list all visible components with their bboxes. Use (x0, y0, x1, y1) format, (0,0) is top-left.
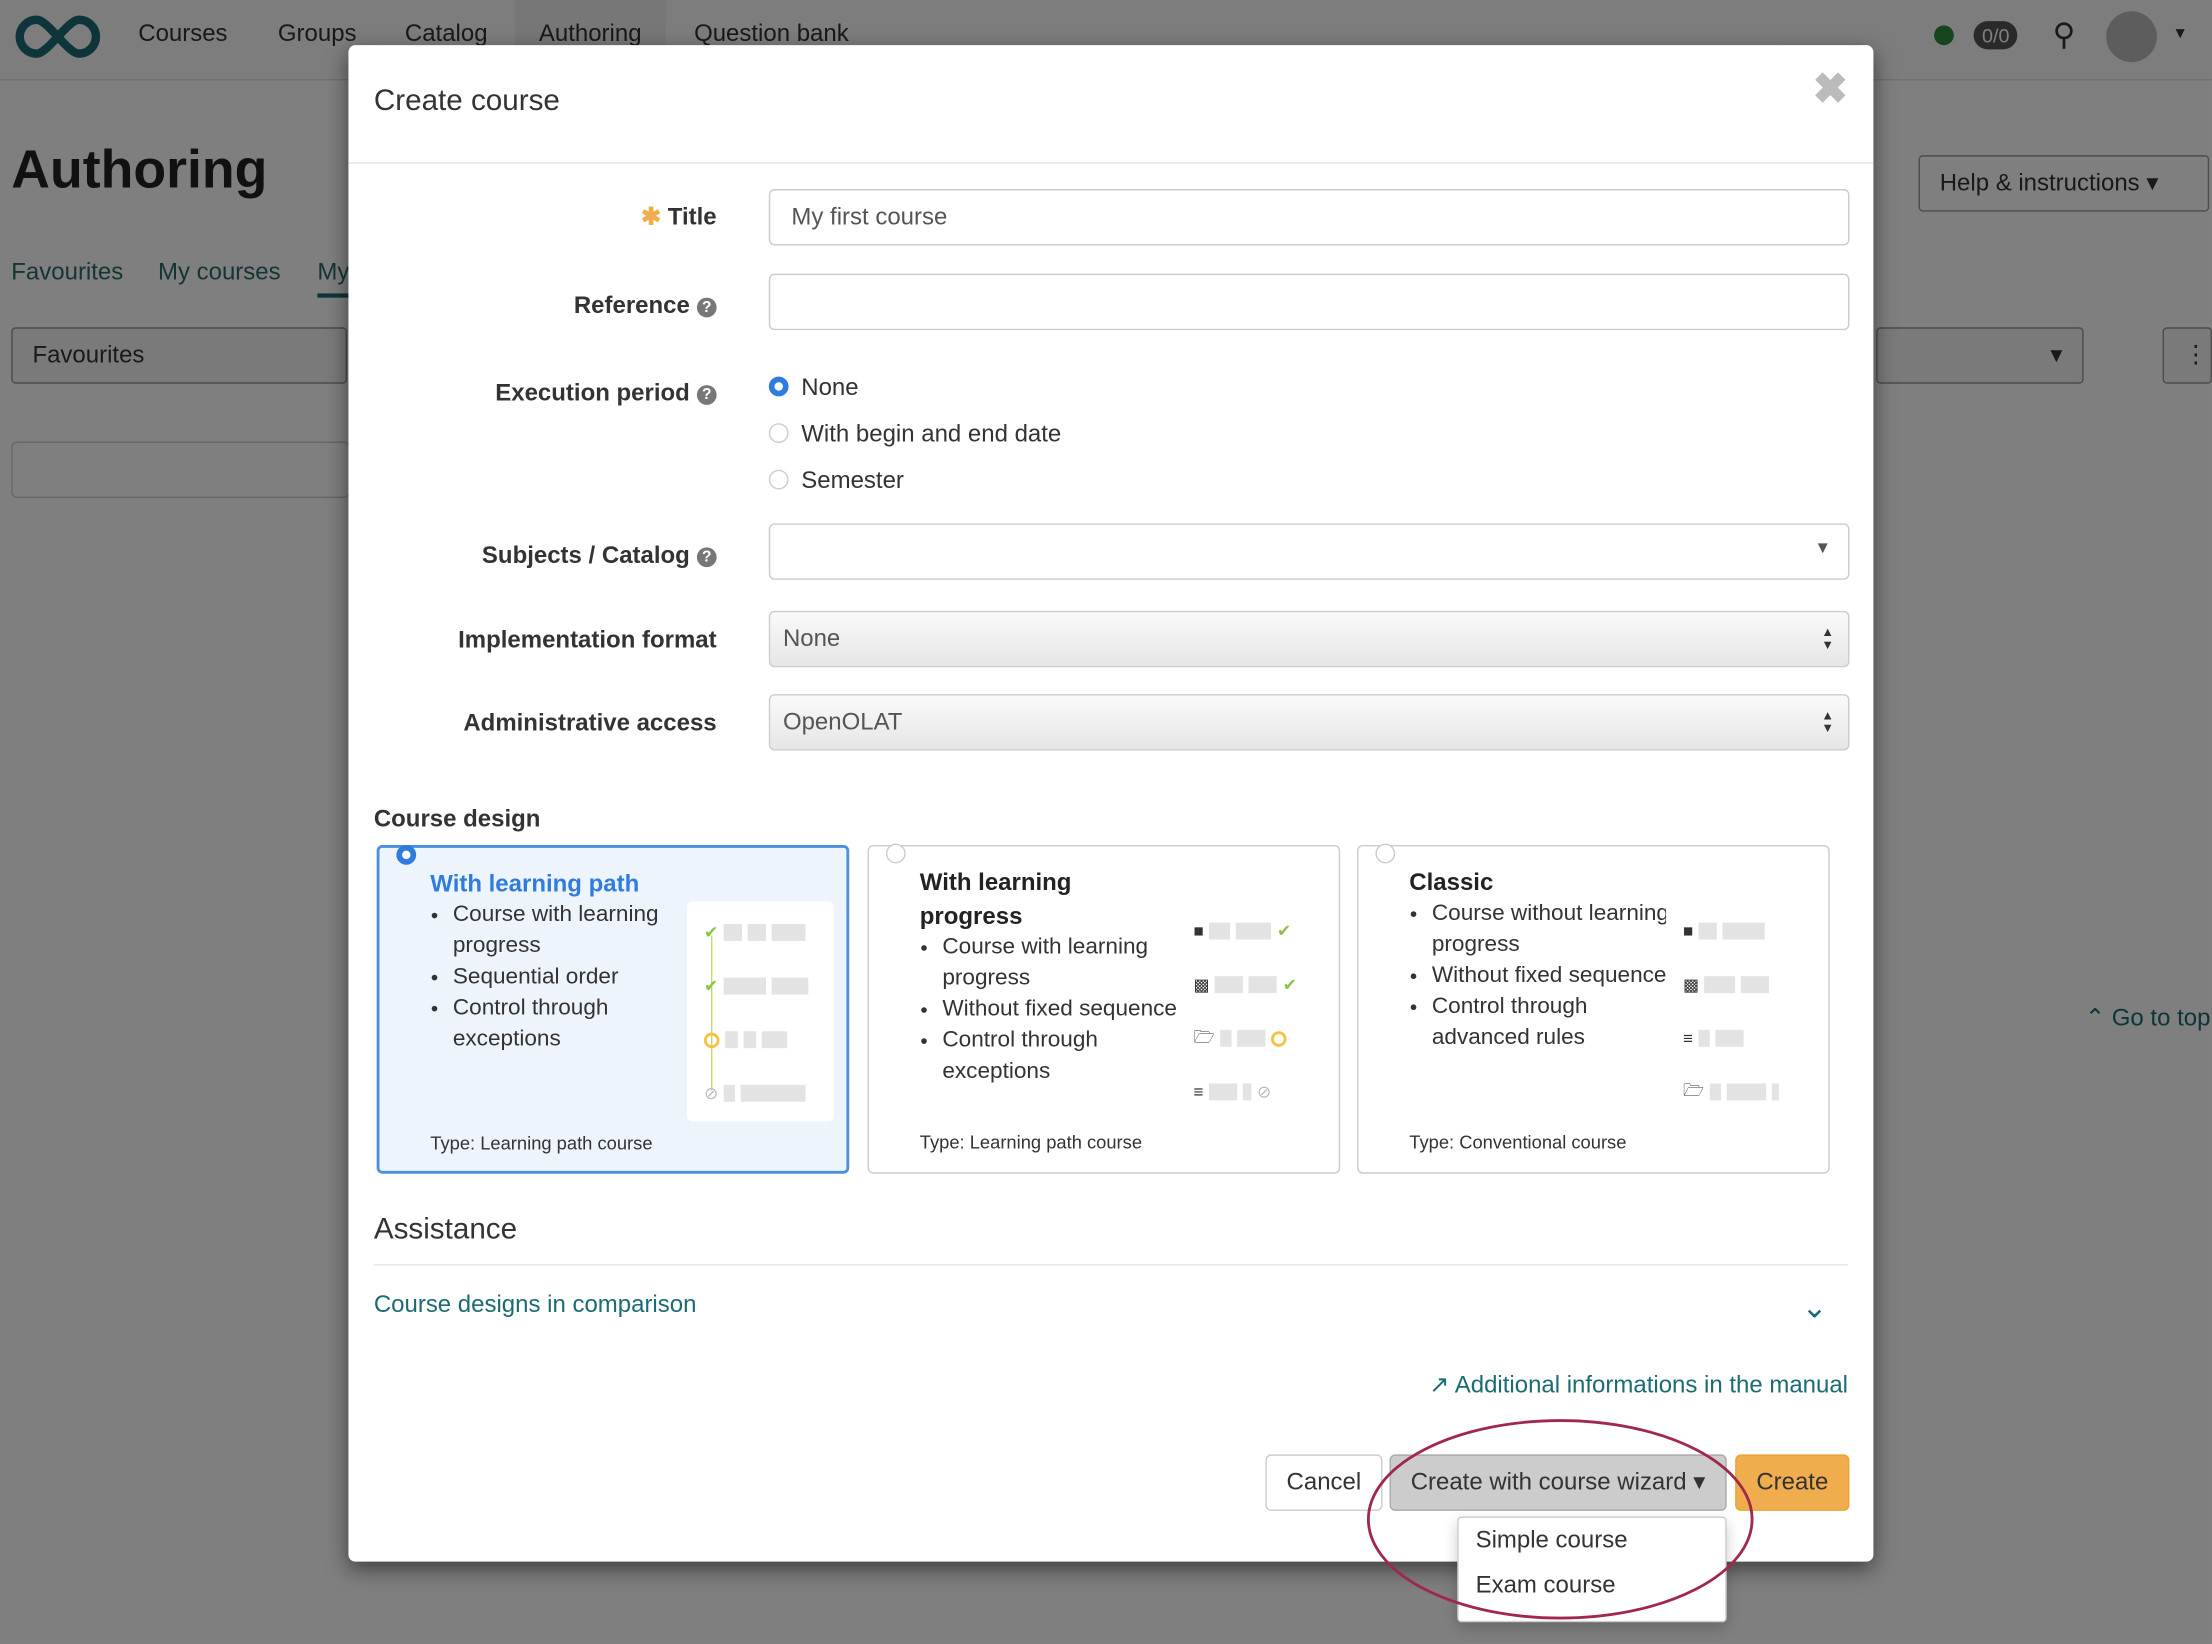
execution-period-label: Execution period? (348, 379, 717, 407)
highlight-ellipse (1366, 1419, 1754, 1620)
radio-none[interactable]: None (768, 374, 859, 402)
learning-path-illustration: ✔ ✔ ⊘ (687, 901, 834, 1122)
design-card-classic[interactable]: Classic Course without learning progress… (1357, 843, 1830, 1174)
create-course-dialog: Create course ✖ ✱ Title My first course … (348, 45, 1874, 1623)
title-label: ✱ Title (640, 203, 717, 230)
close-icon[interactable]: ✖ (1813, 65, 1848, 114)
sliders-icon: ≡ (1193, 1082, 1204, 1102)
implementation-format-label: Implementation format (458, 626, 717, 654)
edit-icon: ▩ (1682, 974, 1699, 995)
administrative-access-select[interactable]: OpenOLAT ▲ ▼ (768, 694, 1850, 751)
learning-progress-illustration: ■ ✔ ▩ ✔ 🗁 ≡ ⊘ (1176, 900, 1324, 1121)
course-design-label: Course design (373, 805, 541, 833)
card-title: Classic (1409, 868, 1494, 896)
design-card-learning-path[interactable]: With learning path Course with learning … (376, 845, 850, 1174)
implementation-format-select[interactable]: None ▲ ▼ (768, 610, 1850, 668)
folder-icon: 🗁 (1682, 1079, 1704, 1100)
radio-begin-end-date[interactable]: With begin and end date (768, 420, 1061, 448)
manual-link[interactable]: ↗ Additional informations in the manual (1429, 1371, 1848, 1399)
help-icon: ? (696, 547, 717, 568)
administrative-access-label: Administrative access (463, 709, 717, 737)
sliders-icon: ≡ (1682, 1028, 1693, 1049)
comparison-link[interactable]: Course designs in comparison (374, 1291, 697, 1319)
title-input[interactable]: My first course (768, 189, 1850, 246)
updown-icon: ▲ ▼ (1821, 624, 1834, 652)
radio[interactable] (1375, 843, 1396, 864)
radio-semester[interactable]: Semester (768, 467, 904, 495)
card-title: With learning path (430, 870, 640, 898)
help-icon: ? (696, 297, 717, 318)
help-icon: ? (696, 385, 717, 405)
folder-icon: 🗁 (1193, 1026, 1215, 1047)
reference-input[interactable] (768, 273, 1850, 331)
radio[interactable] (885, 843, 906, 864)
subjects-select[interactable]: ▼ (768, 523, 1850, 580)
chevron-down-icon[interactable]: ⌄ (1801, 1289, 1827, 1326)
cube-icon: ■ (1682, 921, 1694, 941)
edit-icon: ▩ (1193, 974, 1210, 995)
caret-down-icon: ▼ (1814, 537, 1832, 558)
dialog-title: Create course (373, 84, 560, 118)
updown-icon: ▲ ▼ (1821, 708, 1834, 735)
assistance-heading: Assistance (373, 1213, 1849, 1266)
card-title: With learning progress (919, 868, 1072, 930)
classic-illustration: ■ ▩ ≡ 🗁 (1666, 900, 1813, 1121)
subjects-label: Subjects / Catalog? (348, 542, 717, 570)
radio[interactable] (396, 845, 417, 865)
reference-label: Reference? (348, 292, 717, 320)
cube-icon: ■ (1193, 921, 1204, 941)
design-card-learning-progress[interactable]: With learning progress Course with learn… (867, 843, 1341, 1174)
